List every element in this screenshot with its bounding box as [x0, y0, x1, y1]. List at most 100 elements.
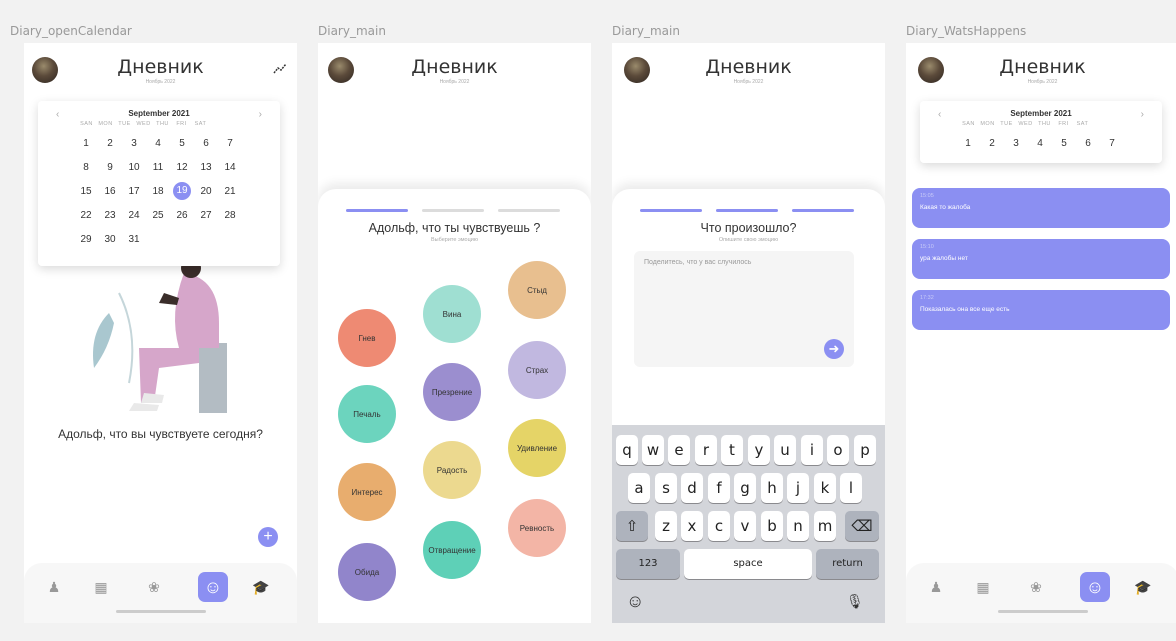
emotion-bubble-surprise[interactable]: Удивление	[508, 419, 566, 477]
calendar-day[interactable]: 31	[122, 234, 146, 245]
calendar-day[interactable]: 7	[1100, 138, 1124, 149]
emotion-bubble-contempt[interactable]: Презрение	[423, 363, 481, 421]
calendar-day[interactable]: 16	[98, 186, 122, 197]
emotion-bubble-disgust[interactable]: Отвращение	[423, 521, 481, 579]
key-f[interactable]: f	[708, 473, 730, 503]
backspace-key[interactable]: ⌫	[845, 511, 879, 541]
calendar-day[interactable]: 22	[74, 210, 98, 221]
emotion-bubble-shame[interactable]: Стыд	[508, 261, 566, 319]
numbers-key[interactable]: 123	[616, 549, 680, 579]
calendar-day[interactable]: 28	[218, 210, 242, 221]
emotion-bubble-anger[interactable]: Гнев	[338, 309, 396, 367]
grid-icon[interactable]: ▦	[89, 575, 113, 599]
shift-key[interactable]: ⇧	[616, 511, 648, 541]
emoji-icon[interactable]: ☺	[626, 591, 644, 612]
calendar-day[interactable]: 14	[218, 162, 242, 173]
calendar-day[interactable]: 11	[146, 162, 170, 173]
key-a[interactable]: a	[628, 473, 650, 503]
emotion-bubble-sadness[interactable]: Печаль	[338, 385, 396, 443]
diary-entry[interactable]: 15:10 ура жалобы нет	[912, 239, 1170, 279]
key-n[interactable]: n	[787, 511, 809, 541]
key-d[interactable]: d	[681, 473, 703, 503]
description-textarea[interactable]: Поделитесь, что у вас случилось ➜	[634, 251, 854, 367]
calendar-day[interactable]: 20	[194, 186, 218, 197]
key-l[interactable]: l	[840, 473, 862, 503]
key-b[interactable]: b	[761, 511, 783, 541]
calendar-day[interactable]: 24	[122, 210, 146, 221]
calendar-day[interactable]: 26	[170, 210, 194, 221]
calendar-day[interactable]: 6	[1076, 138, 1100, 149]
lotus-icon[interactable]: ❀	[142, 575, 166, 599]
page-subtitle[interactable]: Ноябрь 2022	[24, 79, 297, 85]
emotion-bubble-guilt[interactable]: Вина	[423, 285, 481, 343]
key-v[interactable]: v	[734, 511, 756, 541]
grid-icon[interactable]: ▦	[971, 575, 995, 599]
key-h[interactable]: h	[761, 473, 783, 503]
calendar-day[interactable]: 13	[194, 162, 218, 173]
microphone-icon[interactable]: 🎙	[846, 593, 864, 610]
key-g[interactable]: g	[734, 473, 756, 503]
page-subtitle[interactable]: Ноябрь 2022	[906, 79, 1176, 85]
emotion-bubble-interest[interactable]: Интерес	[338, 463, 396, 521]
emotion-bubble-resentment[interactable]: Обида	[338, 543, 396, 601]
calendar-day[interactable]: 2	[980, 138, 1004, 149]
meditation-icon[interactable]: ♟	[924, 575, 948, 599]
key-z[interactable]: z	[655, 511, 677, 541]
key-j[interactable]: j	[787, 473, 809, 503]
calendar-day[interactable]: 17	[122, 186, 146, 197]
space-key[interactable]: space	[684, 549, 812, 579]
key-r[interactable]: r	[695, 435, 717, 465]
calendar-day[interactable]: 5	[1052, 138, 1076, 149]
calendar-day[interactable]: 25	[146, 210, 170, 221]
calendar-day[interactable]: 18	[146, 186, 170, 197]
key-s[interactable]: s	[655, 473, 677, 503]
key-e[interactable]: e	[668, 435, 690, 465]
calendar-day[interactable]: 6	[194, 138, 218, 149]
smiley-icon[interactable]: ☺	[1080, 572, 1110, 602]
key-t[interactable]: t	[721, 435, 743, 465]
emotion-bubble-fear[interactable]: Страх	[508, 341, 566, 399]
calendar-day[interactable]: 10	[122, 162, 146, 173]
add-entry-button[interactable]: +	[258, 527, 278, 547]
calendar-day[interactable]: 30	[98, 234, 122, 245]
calendar-day[interactable]: 1	[956, 138, 980, 149]
key-m[interactable]: m	[814, 511, 836, 541]
key-p[interactable]: p	[854, 435, 876, 465]
key-x[interactable]: x	[681, 511, 703, 541]
diary-entry[interactable]: 17:32 Показалась она все еще есть	[912, 290, 1170, 330]
key-w[interactable]: w	[642, 435, 664, 465]
calendar-day[interactable]: 4	[146, 138, 170, 149]
calendar-day[interactable]: 3	[122, 138, 146, 149]
key-k[interactable]: k	[814, 473, 836, 503]
calendar-day[interactable]: 15	[74, 186, 98, 197]
diary-entry[interactable]: 15:05 Какая то жалоба	[912, 188, 1170, 228]
graduation-cap-icon[interactable]: 🎓	[1131, 575, 1155, 599]
graduation-cap-icon[interactable]: 🎓	[249, 575, 273, 599]
send-button[interactable]: ➜	[824, 339, 844, 359]
emotion-bubble-jealousy[interactable]: Ревность	[508, 499, 566, 557]
calendar-day[interactable]: 23	[98, 210, 122, 221]
emotion-bubble-joy[interactable]: Радость	[423, 441, 481, 499]
calendar-day[interactable]: 7	[218, 138, 242, 149]
key-u[interactable]: u	[774, 435, 796, 465]
key-y[interactable]: y	[748, 435, 770, 465]
calendar-day[interactable]: 12	[170, 162, 194, 173]
calendar-day-selected[interactable]: 19	[173, 182, 191, 200]
page-subtitle[interactable]: Ноябрь 2022	[318, 79, 591, 85]
meditation-icon[interactable]: ♟	[42, 575, 66, 599]
calendar-day[interactable]: 4	[1028, 138, 1052, 149]
calendar-day[interactable]: 21	[218, 186, 242, 197]
page-subtitle[interactable]: Ноябрь 2022	[612, 79, 885, 85]
calendar-day[interactable]: 27	[194, 210, 218, 221]
calendar-day[interactable]: 29	[74, 234, 98, 245]
calendar-day[interactable]: 2	[98, 138, 122, 149]
smiley-icon[interactable]: ☺	[198, 572, 228, 602]
trend-chart-icon[interactable]	[273, 61, 287, 75]
calendar-day[interactable]: 3	[1004, 138, 1028, 149]
calendar-day[interactable]: 8	[74, 162, 98, 173]
calendar-day[interactable]: 5	[170, 138, 194, 149]
lotus-icon[interactable]: ❀	[1024, 575, 1048, 599]
key-o[interactable]: o	[827, 435, 849, 465]
calendar-day[interactable]: 1	[74, 138, 98, 149]
return-key[interactable]: return	[816, 549, 879, 579]
